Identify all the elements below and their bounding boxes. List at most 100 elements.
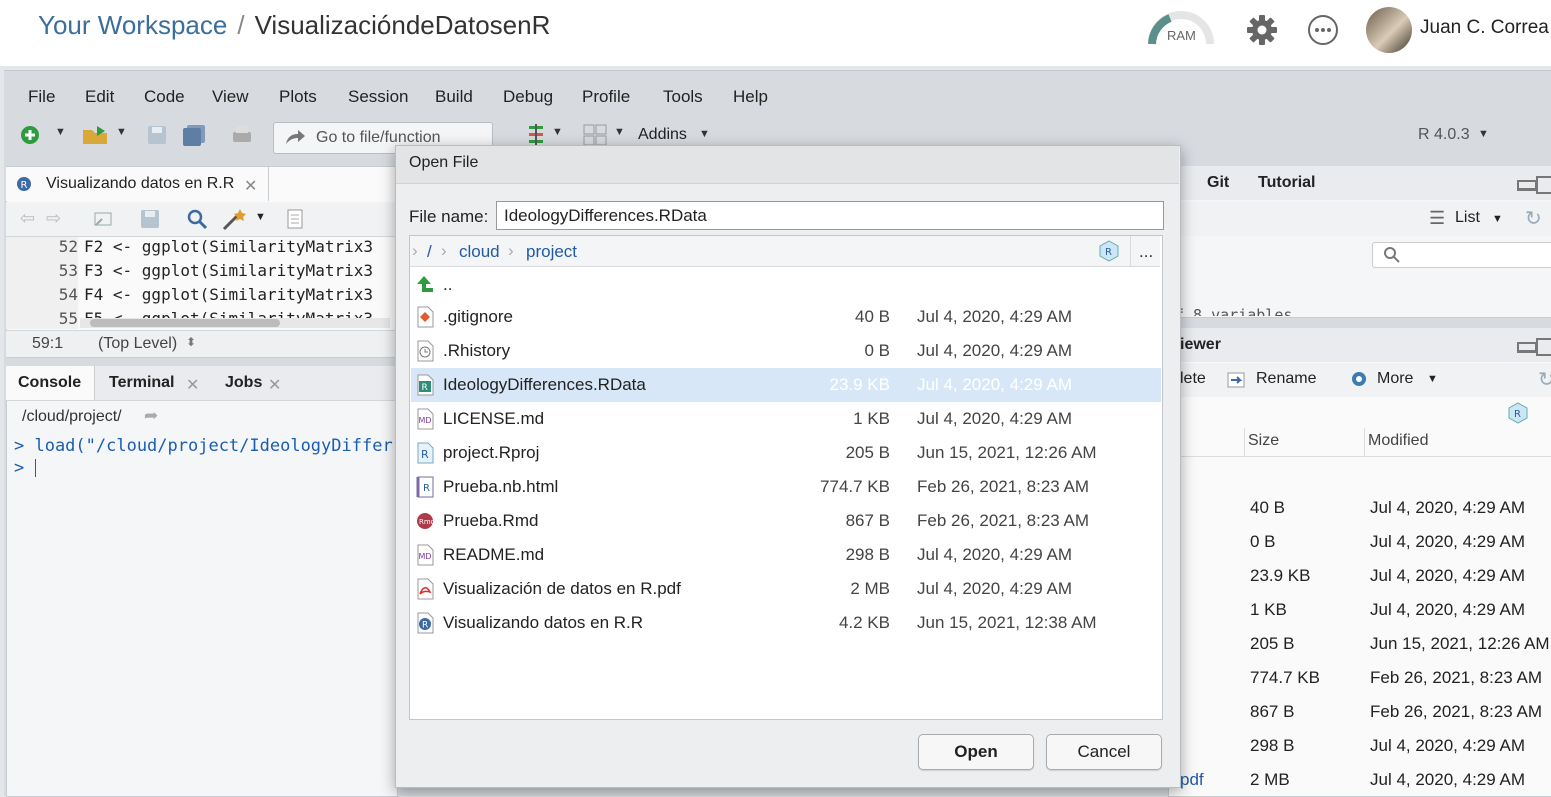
ram-gauge[interactable]: RAM (1146, 10, 1216, 50)
editor-toolbar: ⇦ ⇨ ▼ (6, 202, 396, 237)
workspace-link[interactable]: Your Workspace (38, 10, 227, 40)
modified-column-header[interactable]: Modified (1368, 432, 1428, 450)
rename-button[interactable]: Rename (1256, 370, 1316, 388)
menu-debug[interactable]: Debug (503, 87, 553, 107)
r-script-file-icon: R (417, 612, 434, 634)
user-name[interactable]: Juan C. Correa (1420, 17, 1549, 39)
save-all-icon[interactable] (181, 124, 207, 146)
more-menu-button[interactable]: More (1377, 370, 1413, 388)
addins-menu[interactable]: Addins (638, 126, 687, 144)
file-row[interactable]: R Visualizando datos en R.R 4.2 KB Jun 1… (411, 606, 1161, 640)
rproj-icon[interactable]: R (1507, 402, 1529, 424)
refresh-icon[interactable]: ↻ (1538, 367, 1551, 392)
delete-button[interactable]: lete (1180, 370, 1206, 388)
tab-tutorial[interactable]: Tutorial (1258, 174, 1315, 192)
print-icon[interactable] (230, 124, 254, 146)
avatar[interactable] (1366, 7, 1412, 53)
chevron-down-icon[interactable]: ▼ (55, 126, 66, 138)
more-button[interactable]: ... (1139, 242, 1153, 262)
rproj-icon[interactable]: R (1098, 240, 1120, 262)
dialog-titlebar[interactable] (396, 146, 1179, 184)
close-icon[interactable]: ✕ (186, 375, 199, 395)
tab-terminal[interactable]: Terminal (109, 374, 175, 392)
crumb-project[interactable]: project (526, 242, 577, 262)
file-row[interactable]: .Rhistory 0 B Jul 4, 2020, 4:29 AM (411, 334, 1161, 368)
version-control-icon[interactable] (526, 123, 546, 147)
file-row[interactable]: R Prueba.nb.html 774.7 KB Feb 26, 2021, … (411, 470, 1161, 504)
file-name-input[interactable] (496, 201, 1164, 230)
file-row[interactable]: MD README.md 298 B Jul 4, 2020, 4:29 AM (411, 538, 1161, 572)
file-row-selected[interactable]: R IdeologyDifferences.RData 23.9 KB Jul … (411, 368, 1161, 402)
file-row[interactable]: Visualización de datos en R.pdf 2 MB Jul… (411, 572, 1161, 606)
menu-help[interactable]: Help (733, 87, 768, 107)
rename-icon[interactable] (1226, 370, 1248, 390)
tab-git[interactable]: Git (1207, 174, 1229, 192)
tab-console[interactable]: Console (18, 374, 81, 392)
chevron-down-icon[interactable]: ▼ (699, 128, 710, 140)
file-row[interactable]: R project.Rproj 205 B Jun 15, 2021, 12:2… (411, 436, 1161, 470)
view-mode-selector[interactable]: List (1455, 209, 1480, 227)
menu-edit[interactable]: Edit (85, 87, 114, 107)
open-folder-icon[interactable] (81, 124, 111, 146)
show-in-window-icon[interactable] (92, 209, 114, 229)
go-to-dir-icon[interactable]: ➦ (144, 406, 158, 426)
file-size: 774.7 KB (820, 477, 890, 496)
crumb-cloud[interactable]: cloud (459, 242, 500, 262)
pane-layout-icon[interactable] (583, 123, 607, 147)
crumb-root[interactable]: / (427, 242, 432, 262)
file-size: 774.7 KB (1250, 668, 1320, 687)
parent-directory-row[interactable]: .. (411, 268, 1161, 302)
code-area[interactable]: 52 F2 <- ggplot(SimilarityMatrix3 53 F3 <-… (6, 237, 396, 329)
cancel-button[interactable]: Cancel (1046, 734, 1162, 770)
search-icon[interactable] (186, 208, 208, 230)
tab-viewer[interactable]: iewer (1180, 336, 1221, 354)
chevron-down-icon[interactable]: ▼ (1478, 128, 1489, 140)
file-row[interactable]: Rmd Prueba.Rmd 867 B Feb 26, 2021, 8:23 … (411, 504, 1161, 538)
more-options-icon[interactable] (1306, 13, 1340, 47)
chevron-down-icon[interactable]: ▼ (1492, 213, 1503, 225)
menu-session[interactable]: Session (348, 87, 408, 107)
file-row[interactable]: MD LICENSE.md 1 KB Jul 4, 2020, 4:29 AM (411, 402, 1161, 436)
more-gear-icon[interactable] (1348, 368, 1370, 390)
maximize-icon[interactable] (1536, 176, 1551, 194)
magic-wand-icon[interactable] (221, 207, 247, 231)
chevron-down-icon[interactable]: ▼ (552, 126, 563, 138)
menu-code[interactable]: Code (144, 87, 185, 107)
close-icon[interactable]: ✕ (268, 375, 281, 395)
environment-search-input[interactable] (1372, 242, 1551, 268)
scope-selector[interactable]: (Top Level) (98, 335, 177, 353)
menu-tools[interactable]: Tools (663, 87, 703, 107)
r-version-selector[interactable]: R 4.0.3 (1418, 126, 1470, 144)
chevron-down-icon[interactable]: ▼ (116, 126, 127, 138)
menu-profile[interactable]: Profile (582, 87, 630, 107)
save-icon[interactable] (140, 209, 160, 229)
chevron-down-icon[interactable]: ▼ (614, 126, 625, 138)
close-icon[interactable]: ✕ (244, 176, 257, 196)
refresh-icon[interactable]: ↻ (1525, 206, 1542, 231)
save-icon[interactable] (146, 124, 168, 146)
forward-arrow-icon[interactable]: ⇨ (46, 208, 61, 229)
menu-build[interactable]: Build (435, 87, 473, 107)
size-column-header[interactable]: Size (1248, 432, 1279, 450)
minimize-icon[interactable] (1517, 180, 1537, 191)
compile-report-icon[interactable] (285, 209, 305, 229)
menu-view[interactable]: View (212, 87, 249, 107)
minimize-icon[interactable] (1517, 342, 1537, 353)
environment-toolbar: ☰ List ▼ ↻ (1180, 202, 1551, 236)
files-header: Size Modified (1180, 428, 1551, 457)
scrollbar-thumb[interactable] (90, 319, 280, 327)
menu-file[interactable]: File (28, 87, 55, 107)
settings-gear-icon[interactable] (1244, 12, 1280, 48)
open-button[interactable]: Open (918, 734, 1034, 770)
file-row[interactable]: .gitignore 40 B Jul 4, 2020, 4:29 AM (411, 300, 1161, 334)
tab-visualizando-datos[interactable]: R Visualizando datos en R.R ✕ (6, 167, 269, 201)
maximize-icon[interactable] (1536, 338, 1551, 356)
tab-jobs[interactable]: Jobs (225, 374, 262, 392)
back-arrow-icon[interactable]: ⇦ (20, 208, 35, 229)
console-output[interactable]: > load("/cloud/project/IdeologyDiffer > (14, 436, 394, 478)
chevron-down-icon[interactable]: ▼ (255, 211, 266, 223)
file-link[interactable]: pdf (1180, 770, 1204, 790)
chevron-down-icon[interactable]: ▼ (1427, 373, 1438, 385)
menu-plots[interactable]: Plots (279, 87, 317, 107)
new-file-icon[interactable] (19, 124, 41, 146)
